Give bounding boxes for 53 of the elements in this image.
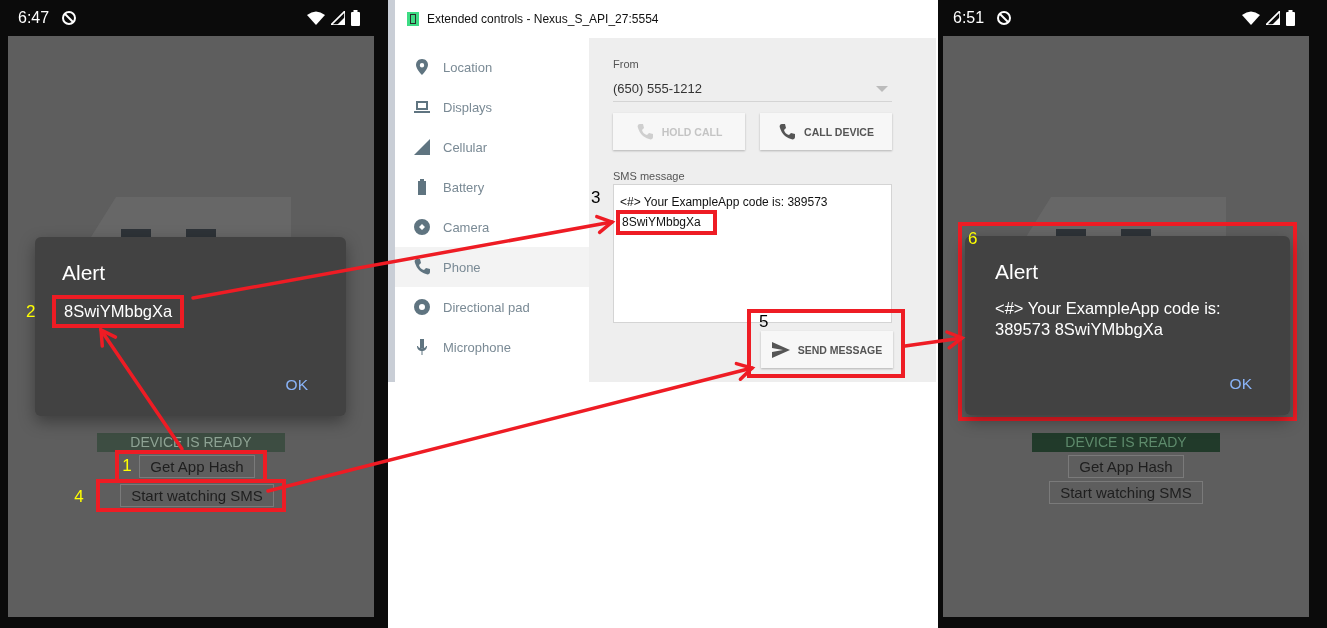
app-button[interactable]: Start watching SMS [1049,481,1203,504]
from-label: From [613,58,640,70]
status-icon [61,10,78,26]
sidebar-item[interactable]: Cellular [395,127,589,167]
ok-button[interactable]: OK [1229,375,1252,393]
callout-number: 6 [968,230,978,247]
phone-icon [635,122,654,141]
app-icon [407,12,419,26]
ok-button[interactable]: OK [285,376,308,394]
send-message-button[interactable]: SEND MESSAGE [761,331,893,368]
callout-number: 3 [591,189,601,206]
message-line: <#> Your ExampleApp code is: 389573 [620,194,829,210]
signal-icon [413,138,431,156]
aperture-icon [413,218,431,236]
status-time: 6:47 [18,9,50,27]
dialog-title: Alert [62,261,107,285]
app-button[interactable]: Get App Hash [1068,455,1184,478]
wifi-icon [307,11,325,25]
battery-icon [1286,10,1295,26]
message-line: 8SwiYMbbgXa [622,215,701,229]
dpad-icon [413,298,431,316]
sidebar-item[interactable]: Phone [395,247,589,287]
sidebar-item[interactable]: Microphone [395,327,589,367]
signal-icon [331,11,345,25]
phone-icon [778,122,797,141]
sidebar-item[interactable]: Directional pad [395,287,589,327]
sms-label: SMS message [613,170,686,182]
sidebar-item[interactable]: Location [395,47,589,87]
dialog-message: 8SwiYMbbgXa [64,301,173,322]
window-title: Extended controls - Nexus_S_API_27:5554 [427,12,659,26]
send-icon [771,341,790,358]
dropdown-caret-icon [876,85,888,92]
from-dropdown[interactable]: (650) 555-1212 [613,76,892,102]
wifi-icon [1242,11,1260,25]
sidebar-item[interactable]: Camera [395,207,589,247]
callout-number: 2 [26,303,36,320]
sidebar-item[interactable]: Battery [395,167,589,207]
dialog-title: Alert [995,260,1040,284]
signal-icon [1266,11,1280,25]
sidebar-item[interactable]: Displays [395,87,589,127]
monitor-icon [413,98,431,116]
app-button[interactable]: Get App Hash [139,455,255,478]
status-time: 6:51 [953,9,985,27]
status-icon [996,10,1013,26]
app-button[interactable]: Start watching SMS [120,484,274,507]
pin-icon [413,58,431,76]
phone-icon [413,258,431,276]
dialog-message: <#> Your ExampleApp code is: 389573 8SwiYMbbgXa [995,298,1222,340]
battery-icon [351,10,360,26]
device-ready-label: DEVICE IS READY [1032,433,1220,452]
callout-number: 4 [74,488,84,505]
callout-number: 1 [122,457,132,474]
call-button[interactable]: CALL DEVICE [760,113,892,150]
